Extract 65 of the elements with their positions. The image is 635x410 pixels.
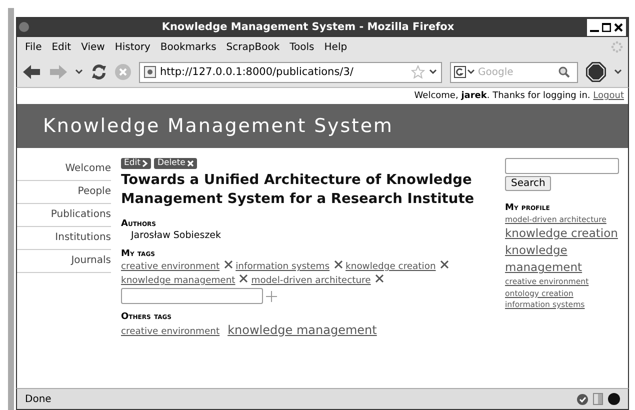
remove-icon[interactable]: [374, 274, 384, 283]
add-icon[interactable]: [266, 290, 277, 302]
engine-icon[interactable]: [454, 66, 476, 78]
tag-link[interactable]: model-driven architecture: [251, 275, 371, 286]
sidebar-link[interactable]: People: [17, 181, 111, 204]
tag-link[interactable]: knowledge management: [505, 242, 619, 276]
tag-link[interactable]: creative environment: [121, 261, 220, 272]
page-icon: [144, 66, 156, 78]
reload-icon[interactable]: [91, 64, 107, 80]
tag-link[interactable]: creative environment: [121, 326, 220, 337]
menu-item[interactable]: Tools: [284, 42, 320, 52]
sidebar-toggle-icon[interactable]: [593, 393, 603, 405]
check-icon: [577, 394, 588, 404]
site-title: Knowledge Management System: [43, 115, 394, 137]
section-heading: My profile: [505, 203, 550, 213]
tag-link[interactable]: knowledge management: [228, 323, 377, 337]
close-icon: [187, 160, 194, 167]
edit-button[interactable]: Edit: [121, 158, 152, 169]
address-field[interactable]: http://127.0.0.1:8000/publications/3/: [139, 62, 442, 82]
remove-icon[interactable]: [334, 260, 343, 269]
tag-input[interactable]: [121, 288, 263, 304]
menu-item[interactable]: History: [110, 42, 156, 52]
back-icon[interactable]: [23, 65, 41, 79]
dropdown-icon[interactable]: [75, 69, 83, 75]
star-icon[interactable]: [411, 65, 425, 79]
author-name: Jarosław Sobieszek: [130, 230, 222, 241]
remove-icon[interactable]: [224, 260, 233, 269]
menu-item[interactable]: File: [20, 42, 47, 52]
maximize-icon[interactable]: [602, 22, 611, 32]
tag-link[interactable]: knowledge creation: [346, 261, 436, 272]
remove-icon[interactable]: [239, 274, 248, 283]
window-title: Knowledge Management System - Mozilla Firefox: [160, 21, 456, 33]
search-button[interactable]: Search: [505, 176, 552, 191]
section-heading: Authors: [121, 219, 157, 229]
menu-item[interactable]: View: [76, 42, 110, 52]
search-input[interactable]: [505, 158, 619, 174]
menu-item[interactable]: Bookmarks: [155, 42, 222, 52]
dropdown-icon[interactable]: [429, 69, 437, 75]
window-icon: [19, 22, 29, 32]
throbber-icon: [611, 41, 623, 53]
publication-title: Towards a Unified Architecture of Knowledge Management System for a Research Institute: [121, 171, 476, 209]
section-heading: My tags: [121, 249, 156, 259]
logout-link[interactable]: Logout: [593, 91, 624, 101]
remove-icon[interactable]: [440, 260, 449, 269]
tag-link[interactable]: knowledge creation: [505, 225, 619, 242]
sidebar-link[interactable]: Institutions: [17, 227, 111, 250]
search-icon[interactable]: [558, 66, 570, 78]
delete-button[interactable]: Delete: [154, 158, 198, 169]
tag-link[interactable]: information systems: [236, 261, 330, 272]
chevron-icon: [142, 160, 148, 167]
status-text: Done: [25, 394, 52, 404]
menu-item[interactable]: ScrapBook: [221, 42, 285, 52]
menu-item[interactable]: Help: [319, 42, 352, 52]
stop-sign-icon[interactable]: [586, 62, 606, 82]
menu-item[interactable]: Edit: [46, 42, 76, 52]
dropdown-icon[interactable]: [614, 69, 622, 75]
close-icon[interactable]: [614, 22, 623, 32]
sidebar-link[interactable]: Welcome: [17, 158, 111, 181]
tag-link[interactable]: knowledge management: [121, 275, 236, 286]
sidebar-link[interactable]: Journals: [17, 250, 111, 273]
search-placeholder: Google: [478, 66, 514, 78]
circle-icon: [608, 393, 620, 405]
welcome-text: Welcome, jarek. Thanks for logging in.: [414, 91, 590, 101]
section-heading: Others tags: [121, 312, 172, 322]
sidebar-link[interactable]: Publications: [17, 204, 111, 227]
